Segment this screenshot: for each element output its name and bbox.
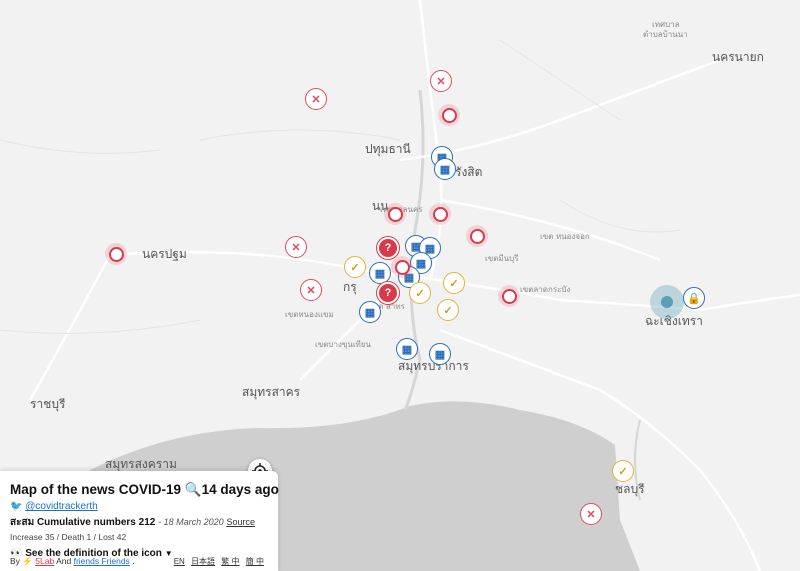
map-label: เขตหนองแขม <box>285 310 334 319</box>
ring-icon[interactable] <box>391 256 413 278</box>
source-link[interactable]: Source <box>226 517 255 527</box>
credits-dot: . <box>132 556 135 566</box>
update-date: - 18 March 2020 <box>158 517 224 527</box>
map-label: เขตลาดกระบัง <box>520 285 571 294</box>
language-switcher: EN 日本語 繁 中 簡 中 <box>170 556 264 567</box>
map-label: ปทุมธานี <box>365 142 411 156</box>
question-icon[interactable]: ? <box>377 237 399 259</box>
map-label: นครปฐม <box>142 247 187 261</box>
credits-and: And <box>56 556 72 566</box>
credits-by: By <box>10 556 20 566</box>
hospital-icon[interactable]: ▦ <box>429 343 451 365</box>
shield-icon[interactable]: ✓ <box>443 272 465 294</box>
ring-icon[interactable] <box>384 203 406 225</box>
cluster-icon[interactable] <box>650 285 684 319</box>
cumulative-label: สะสม Cumulative numbers 212 <box>10 517 156 528</box>
map-label: ชลบุรี <box>615 482 645 496</box>
lightning-icon: ⚡ <box>22 556 33 566</box>
close-icon[interactable]: ✕ <box>305 88 327 110</box>
cumulative-row: สะสม Cumulative numbers 212 - 18 March 2… <box>10 515 268 530</box>
map-label: เขตบางขุนเทียน <box>315 340 371 349</box>
map-label: นครนายก <box>712 50 764 64</box>
ring-icon[interactable] <box>466 225 488 247</box>
map-label: สมุทรสาคร <box>242 385 301 399</box>
map-label: ตำบลบ้านนา <box>643 30 688 39</box>
panel-title: Map of the news COVID-19 🔍14 days ago <box>10 482 279 497</box>
friends-link[interactable]: friends Friends <box>74 556 130 566</box>
map-label: กรุ <box>343 280 357 294</box>
hospital-icon[interactable]: ▦ <box>359 301 381 323</box>
lab-link[interactable]: 5Lab <box>35 556 54 566</box>
map-label: รังสิต <box>455 165 483 179</box>
ring-icon[interactable] <box>498 285 520 307</box>
ring-icon[interactable] <box>429 203 451 225</box>
hospital-icon[interactable]: ▦ <box>369 262 391 284</box>
shield-icon[interactable]: ✓ <box>612 460 634 482</box>
hospital-icon[interactable]: ▦ <box>396 338 418 360</box>
hospital-icon[interactable]: ▦ <box>434 158 456 180</box>
map-label: เขตมีนบุรี <box>485 254 519 263</box>
ring-icon[interactable] <box>438 104 460 126</box>
shield-icon[interactable]: ✓ <box>437 299 459 321</box>
lang-ja[interactable]: 日本語 <box>191 557 215 566</box>
twitter-link[interactable]: @covidtrackerth <box>25 501 97 512</box>
lock-icon[interactable]: 🔒 <box>683 287 705 309</box>
close-icon[interactable]: ✕ <box>430 70 452 92</box>
map-label: ราชบุรี <box>30 397 66 411</box>
shield-icon[interactable]: ✓ <box>409 282 431 304</box>
close-icon[interactable]: ✕ <box>580 503 602 525</box>
question-icon[interactable]: ? <box>377 282 399 304</box>
map-label: เขต หนองจอก <box>540 232 590 241</box>
twitter-row: 🐦 @covidtrackerth <box>10 501 268 512</box>
shield-icon[interactable]: ✓ <box>344 256 366 278</box>
stats-text: Increase 35 / Death 1 / Lost 42 <box>10 532 127 542</box>
twitter-icon: 🐦 <box>10 501 23 512</box>
lang-zh-simp[interactable]: 簡 中 <box>246 557 264 566</box>
ring-icon[interactable] <box>105 243 127 265</box>
close-icon[interactable]: ✕ <box>285 236 307 258</box>
lang-zh-trad[interactable]: 繁 中 <box>221 557 239 566</box>
credits: By ⚡ 5Lab And friends Friends . <box>10 556 135 567</box>
close-icon[interactable]: ✕ <box>300 279 322 301</box>
lang-en[interactable]: EN <box>174 557 185 566</box>
info-panel: Map of the news COVID-19 🔍14 days ago 🐦 … <box>0 471 279 571</box>
